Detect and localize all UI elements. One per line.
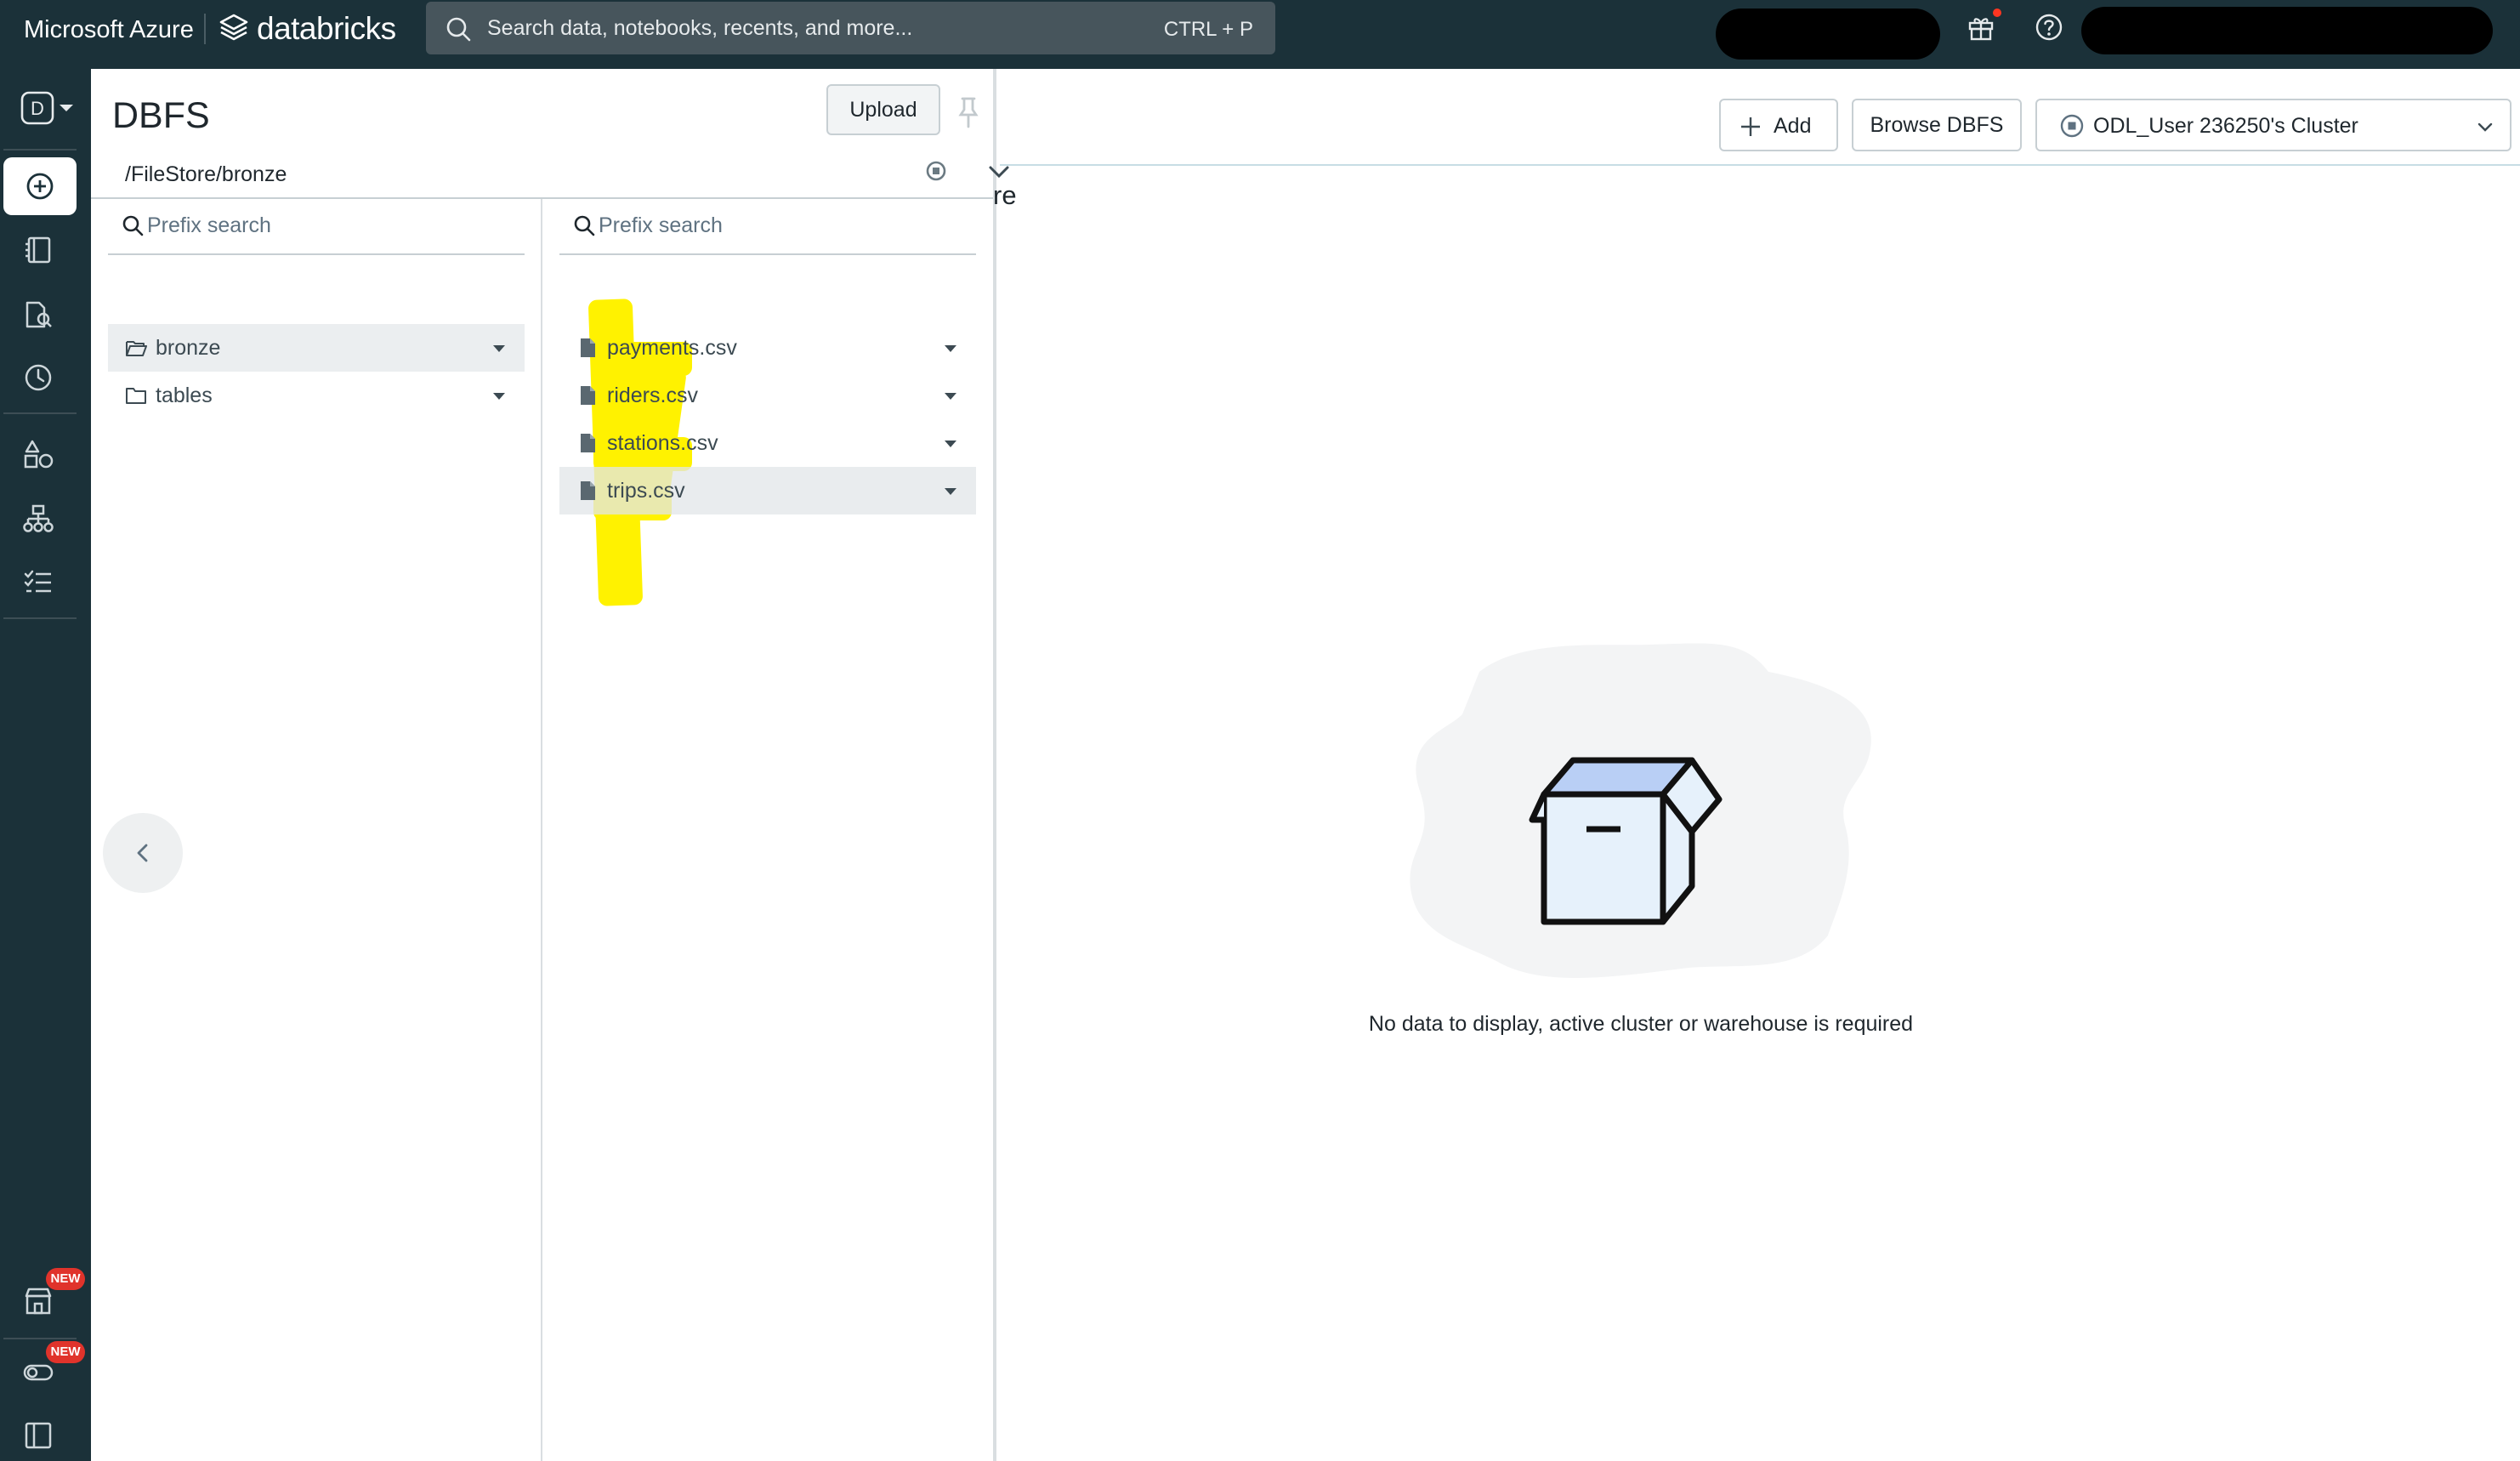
file-label: stations.csv [607, 431, 718, 455]
chevron-down-icon [2477, 122, 2493, 132]
stop-icon[interactable] [926, 161, 946, 181]
caret-down-icon[interactable] [489, 338, 509, 359]
current-path: /FileStore/bronze [125, 162, 287, 186]
rail-divider [3, 412, 77, 414]
rail-divider [3, 617, 77, 619]
databricks-logo-icon [219, 14, 248, 41]
file-row-payments[interactable]: payments.csv [559, 324, 976, 372]
cluster-selector[interactable]: ODL_User 236250's Cluster [2035, 99, 2511, 151]
recents-icon[interactable] [22, 361, 54, 394]
chevron-left-icon [137, 844, 148, 862]
folder-icon [126, 388, 146, 404]
brand-separator [204, 14, 206, 44]
folder-label: bronze [156, 336, 221, 360]
browse-dbfs-button[interactable]: Browse DBFS [1852, 99, 2022, 151]
caret-down-icon[interactable] [940, 434, 961, 454]
search-icon [122, 215, 144, 236]
empty-box-illustration [1410, 643, 1871, 978]
file-icon [581, 338, 595, 357]
upload-button[interactable]: Upload [826, 84, 940, 135]
file-icon [581, 481, 595, 500]
file-row-stations[interactable]: stations.csv [559, 419, 976, 467]
top-bar: Microsoft Azure databricks Search data, … [0, 0, 2520, 69]
left-sidebar: D NEW NEW [0, 69, 91, 1461]
caret-down-icon[interactable] [940, 338, 961, 359]
add-button[interactable]: Add [1719, 99, 1838, 151]
file-row-riders[interactable]: riders.csv [559, 372, 976, 419]
prefix-search-input[interactable] [147, 211, 453, 240]
partner-connect-icon[interactable] [22, 1356, 54, 1389]
redacted-area [2081, 7, 2493, 54]
folder-row-tables[interactable]: tables [108, 372, 525, 419]
sidebar-toggle-icon[interactable] [22, 1419, 54, 1452]
workspace-icon[interactable] [22, 234, 54, 266]
search-placeholder: Search data, notebooks, recents, and mor… [487, 16, 913, 40]
add-label: Add [1774, 114, 1812, 138]
compute-icon[interactable] [22, 438, 54, 470]
new-button[interactable] [3, 157, 77, 215]
file-label: riders.csv [607, 384, 698, 407]
file-row-trips[interactable]: trips.csv [559, 467, 976, 514]
tasks-icon[interactable] [22, 566, 54, 599]
plus-circle-icon [26, 173, 54, 200]
cluster-name: ODL_User 236250's Cluster [2093, 114, 2358, 138]
rail-divider [3, 149, 77, 151]
folder-label: tables [156, 384, 213, 407]
dbfs-browser-panel: DBFS Upload /FileStore/bronze bronze [91, 69, 996, 1461]
catalog-icon[interactable] [22, 298, 54, 331]
notification-dot [1993, 9, 2001, 17]
folder-row-bronze[interactable]: bronze [108, 324, 525, 372]
microsoft-azure-logo-text[interactable]: Microsoft Azure [24, 15, 194, 44]
collapse-panel-button[interactable] [103, 813, 183, 893]
file-label: payments.csv [607, 336, 737, 360]
empty-state-message: No data to display, active cluster or wa… [1368, 1012, 1914, 1036]
file-icon [581, 434, 595, 452]
prefix-search-input[interactable] [599, 211, 905, 240]
workspace-switcher-icon[interactable]: D [20, 89, 77, 127]
prefix-search-box [559, 199, 976, 255]
file-label: trips.csv [607, 479, 685, 503]
search-icon [446, 17, 471, 42]
file-column: payments.csv riders.csv stations.csv tri… [542, 199, 993, 1461]
caret-down-icon[interactable] [940, 481, 961, 502]
caret-down-icon[interactable] [940, 386, 961, 406]
caret-down-icon[interactable] [489, 386, 509, 406]
databricks-logo-text[interactable]: databricks [257, 10, 396, 48]
search-shortcut: CTRL + P [1163, 18, 1253, 41]
pin-icon[interactable] [957, 96, 979, 128]
prefix-search-box [108, 199, 525, 255]
partial-heading: re [993, 180, 1017, 210]
global-search-bar[interactable]: Search data, notebooks, recents, and mor… [426, 2, 1275, 54]
cluster-status-icon [2060, 114, 2084, 138]
new-badge: NEW [46, 1341, 85, 1363]
help-icon[interactable] [2034, 12, 2064, 43]
rail-divider [3, 1338, 77, 1339]
gift-icon[interactable] [1966, 12, 1996, 43]
new-badge: NEW [46, 1268, 85, 1290]
redacted-area [1716, 9, 1940, 60]
workflows-icon[interactable] [22, 503, 54, 535]
file-icon [581, 386, 595, 405]
header-divider [1000, 164, 2520, 166]
folder-open-icon [126, 341, 147, 356]
marketplace-icon[interactable] [22, 1285, 54, 1317]
search-icon [574, 215, 595, 236]
panel-title: DBFS [112, 95, 210, 136]
workspace-letter: D [31, 98, 44, 119]
plus-icon [1741, 117, 1760, 136]
